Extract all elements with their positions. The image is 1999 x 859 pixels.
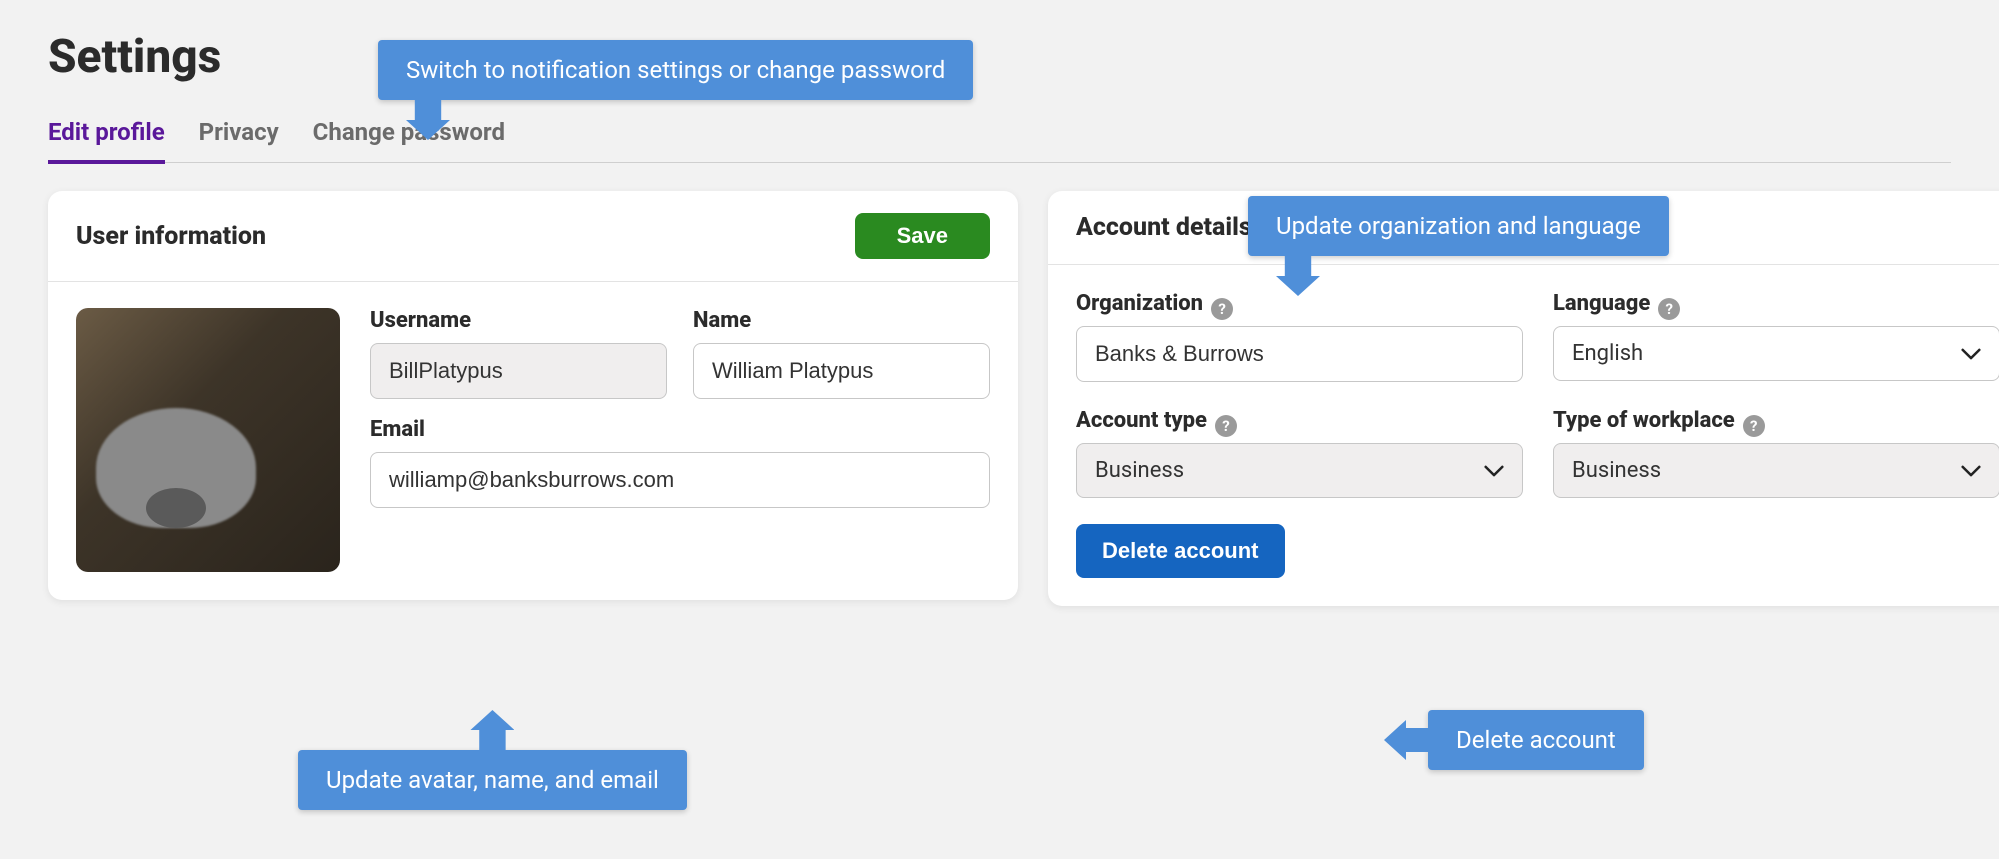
- account-card-body: Organization ? Language ? English: [1048, 265, 1999, 606]
- user-info-card: User information Save Username Name: [48, 191, 1018, 600]
- language-select[interactable]: English: [1553, 326, 1999, 381]
- workplace-value: Business: [1572, 458, 1661, 483]
- tab-edit-profile[interactable]: Edit profile: [48, 112, 165, 164]
- workplace-label: Type of workplace: [1553, 408, 1735, 433]
- tab-privacy[interactable]: Privacy: [199, 112, 279, 164]
- settings-page: Settings Edit profile Privacy Change pas…: [48, 30, 1951, 606]
- annotation-account: Update organization and language: [1248, 196, 1669, 256]
- user-card-body: Username Name Email: [48, 282, 1018, 600]
- organization-field-group: Organization ?: [1076, 291, 1523, 382]
- language-label: Language: [1553, 291, 1650, 316]
- language-value: English: [1572, 341, 1643, 366]
- chevron-down-icon: [1961, 347, 1981, 361]
- user-card-title: User information: [76, 222, 266, 251]
- page-title: Settings: [48, 30, 1951, 84]
- language-field-group: Language ? English: [1553, 291, 1999, 382]
- username-field-group: Username: [370, 308, 667, 399]
- username-label: Username: [370, 308, 667, 333]
- name-label: Name: [693, 308, 990, 333]
- name-field-group: Name: [693, 308, 990, 399]
- account-type-field-group: Account type ? Business: [1076, 408, 1523, 498]
- annotation-user: Update avatar, name, and email: [298, 750, 687, 810]
- user-card-header: User information Save: [48, 191, 1018, 282]
- email-label: Email: [370, 417, 990, 442]
- email-input[interactable]: [370, 452, 990, 508]
- organization-input[interactable]: [1076, 326, 1523, 382]
- account-type-label: Account type: [1076, 408, 1207, 433]
- chevron-down-icon: [1484, 464, 1504, 478]
- account-type-value: Business: [1095, 458, 1184, 483]
- organization-label: Organization: [1076, 291, 1203, 316]
- tab-change-password[interactable]: Change password: [313, 112, 505, 164]
- chevron-down-icon: [1961, 464, 1981, 478]
- delete-account-button[interactable]: Delete account: [1076, 524, 1285, 578]
- workplace-select[interactable]: Business: [1553, 443, 1999, 498]
- annotation-delete: Delete account: [1428, 710, 1644, 770]
- username-input[interactable]: [370, 343, 667, 399]
- help-icon[interactable]: ?: [1743, 415, 1765, 437]
- avatar[interactable]: [76, 308, 340, 572]
- name-input[interactable]: [693, 343, 990, 399]
- save-button[interactable]: Save: [855, 213, 990, 259]
- account-type-select[interactable]: Business: [1076, 443, 1523, 498]
- annotation-tabs: Switch to notification settings or chang…: [378, 40, 973, 100]
- help-icon[interactable]: ?: [1215, 415, 1237, 437]
- email-field-group: Email: [370, 417, 990, 508]
- account-card-title: Account details: [1076, 213, 1252, 242]
- workplace-field-group: Type of workplace ? Business: [1553, 408, 1999, 498]
- help-icon[interactable]: ?: [1211, 298, 1233, 320]
- tabs-bar: Edit profile Privacy Change password: [48, 112, 1951, 163]
- help-icon[interactable]: ?: [1658, 298, 1680, 320]
